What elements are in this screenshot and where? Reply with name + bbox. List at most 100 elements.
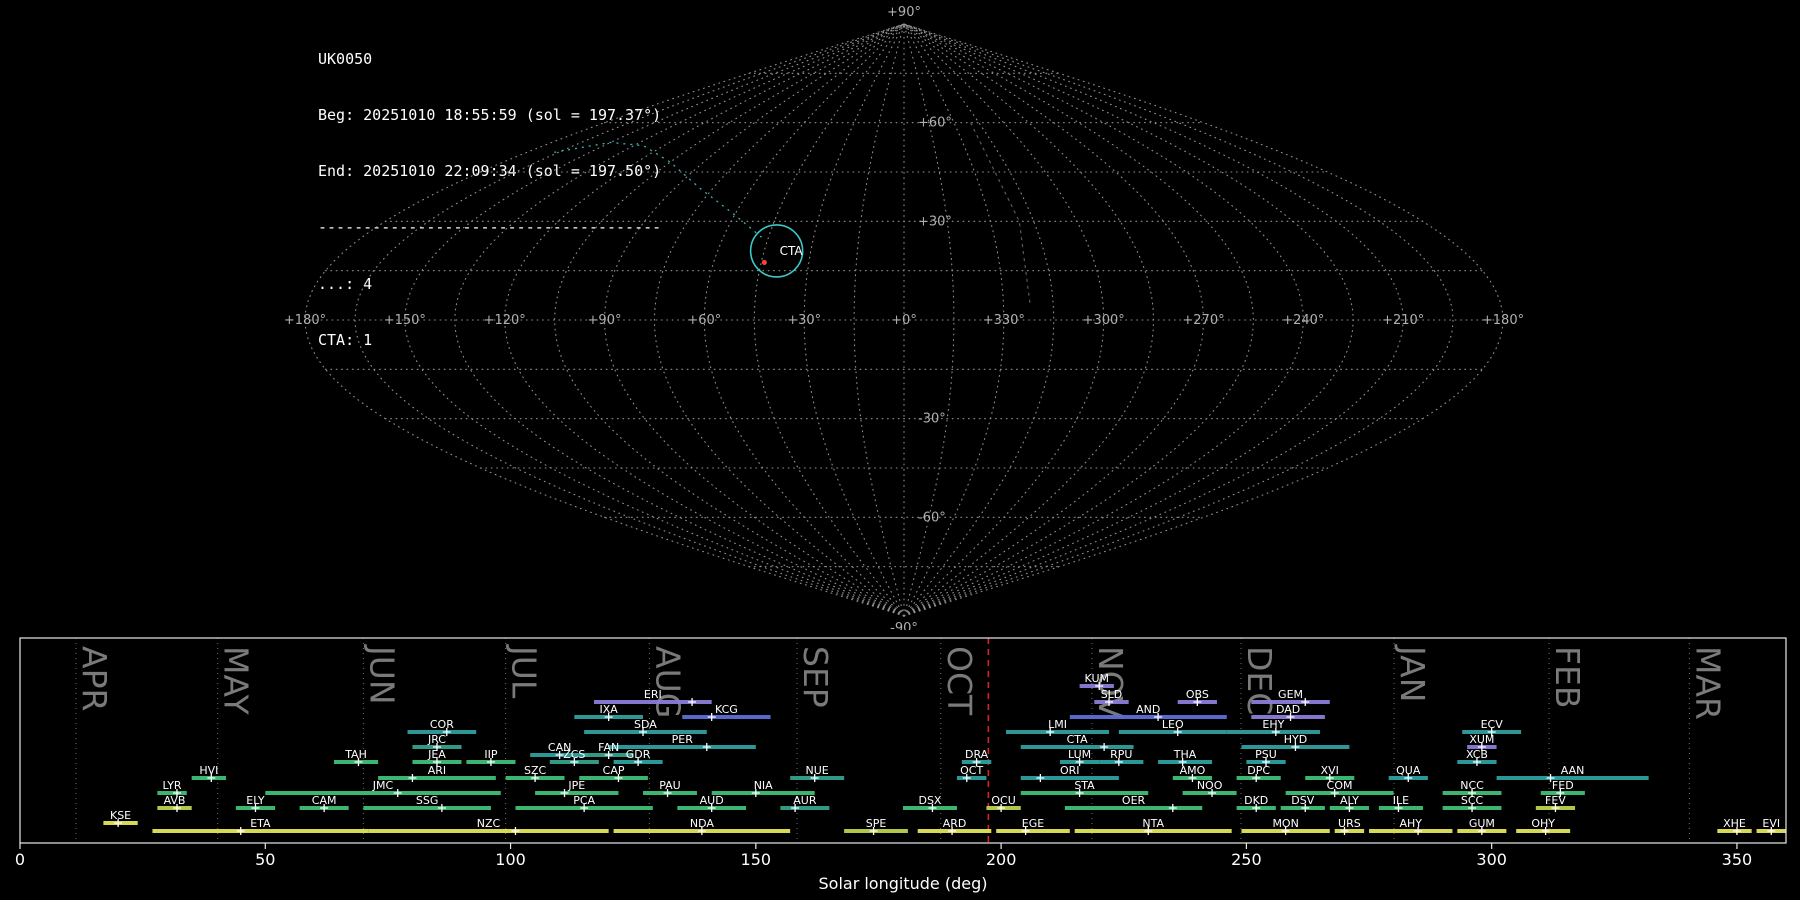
shower-label-gdr: GDR xyxy=(626,748,651,761)
x-axis-title: Solar longitude (deg) xyxy=(819,874,988,893)
shower-label-aur: AUR xyxy=(793,794,817,807)
shower-label-scc: SCC xyxy=(1461,794,1484,807)
shower-peak-marker-oer xyxy=(1169,804,1177,812)
radiant-dot xyxy=(762,260,767,265)
shower-label-fev: FEV xyxy=(1545,794,1566,807)
equator-longitude-label: +270° xyxy=(1182,313,1224,328)
shower-label-pca: PCA xyxy=(573,794,595,807)
shower-label-jea: JEA xyxy=(427,748,446,761)
shower-label-ile: ILE xyxy=(1393,794,1409,807)
shower-peak-marker-ori xyxy=(1036,774,1044,782)
shower-label-aud: AUD xyxy=(700,794,724,807)
south-pole-label: -90° xyxy=(890,621,918,630)
shower-label-hvi: HVI xyxy=(199,764,218,777)
month-label: DEC xyxy=(1240,646,1279,715)
shower-peak-marker-eta xyxy=(237,827,245,835)
shower-label-cap: CAP xyxy=(603,764,625,777)
equator-longitude-label: +120° xyxy=(484,313,526,328)
month-label: AUG xyxy=(648,646,687,718)
shower-label-leo: LEO xyxy=(1162,718,1184,731)
shower-label-gem: GEM xyxy=(1278,688,1303,701)
shower-label-obs: OBS xyxy=(1186,688,1209,701)
shower-label-oer: OER xyxy=(1122,794,1146,807)
north-pole-label: +90° xyxy=(887,5,921,20)
activity-timeline-chart: APRMAYJUNJULAUGSEPOCTNOVDECJANFEBMARKUME… xyxy=(0,630,1800,900)
shower-label-xhe: XHE xyxy=(1723,817,1746,830)
equator-longitude-label: +150° xyxy=(384,313,426,328)
shower-label-szc: SZC xyxy=(524,764,547,777)
shower-label-nda: NDA xyxy=(690,817,715,830)
equator-longitude-label: +240° xyxy=(1282,313,1324,328)
shower-label-kse: KSE xyxy=(110,809,131,822)
shower-peak-marker-nzc xyxy=(511,827,519,835)
shower-label-oct: OCT xyxy=(960,764,983,777)
chart-frame xyxy=(20,638,1786,843)
shower-label-ecv: ECV xyxy=(1481,718,1504,731)
shower-label-spe: SPE xyxy=(866,817,887,830)
shower-label-amo: AMO xyxy=(1180,764,1206,777)
shower-label-ocu: OCU xyxy=(991,794,1015,807)
faint-trail xyxy=(971,123,1030,304)
equator-longitude-label: +210° xyxy=(1382,313,1424,328)
shower-label-nia: NIA xyxy=(754,779,773,792)
shower-label-xvi: XVI xyxy=(1321,764,1339,777)
shower-label-com: COM xyxy=(1327,779,1353,792)
shower-label-dpc: DPC xyxy=(1247,764,1270,777)
shower-label-psu: PSU xyxy=(1255,748,1277,761)
shower-label-eta: ETA xyxy=(250,817,271,830)
shower-label-dra: DRA xyxy=(965,748,989,761)
shower-label-kum: KUM xyxy=(1085,672,1109,685)
month-label: JAN xyxy=(1393,644,1432,702)
shower-label-avb: AVB xyxy=(164,794,186,807)
equator-longitude-label: +330° xyxy=(983,313,1025,328)
shower-label-hyd: HYD xyxy=(1284,733,1307,746)
x-tick-label: 300 xyxy=(1476,850,1507,869)
shower-label-zcs: ZCS xyxy=(563,748,585,761)
shower-label-ege: EGE xyxy=(1022,817,1044,830)
equator-longitude-label: +180° xyxy=(1482,313,1524,328)
shower-label-ard: ARD xyxy=(943,817,967,830)
month-label: JUL xyxy=(505,644,544,699)
shower-label-lum: LUM xyxy=(1068,748,1091,761)
shower-label-ssg: SSG xyxy=(416,794,439,807)
equator-longitude-label: +180° xyxy=(284,313,326,328)
shower-label-ari: ARI xyxy=(428,764,446,777)
month-label: FEB xyxy=(1548,646,1587,708)
x-axis: 050100150200250300350Solar longitude (de… xyxy=(15,843,1752,893)
shower-label-rpu: RPU xyxy=(1110,748,1132,761)
shower-label-cta: CTA xyxy=(1067,733,1089,746)
shower-label-ohy: OHY xyxy=(1531,817,1555,830)
shower-label-dsv: DSV xyxy=(1291,794,1314,807)
shower-label-nue: NUE xyxy=(806,764,829,777)
equator-longitude-label: +60° xyxy=(687,313,721,328)
shower-peak-marker-per xyxy=(703,743,711,751)
month-label: OCT xyxy=(940,646,979,716)
month-label: MAY xyxy=(217,646,256,715)
shower-label-jrc: JRC xyxy=(427,733,446,746)
shower-label-kcg: KCG xyxy=(715,703,738,716)
shower-label-fan: FAN xyxy=(598,741,619,754)
shower-label-aan: AAN xyxy=(1561,764,1585,777)
shower-label-fed: FED xyxy=(1552,779,1574,792)
shower-label-sda: SDA xyxy=(634,718,657,731)
shower-label-and: AND xyxy=(1136,703,1160,716)
shower-label-jpe: JPE xyxy=(567,779,585,792)
shower-peak-marker-cta xyxy=(1100,743,1108,751)
month-label: APR xyxy=(75,646,114,711)
sky-map: +90°-90°+60°+30°-30°-60°+180°+150°+120°+… xyxy=(0,0,1800,630)
shower-peak-marker-jpe xyxy=(561,789,569,797)
shower-label-cor: COR xyxy=(430,718,454,731)
equator-longitude-label: +90° xyxy=(588,313,622,328)
shower-label-ixa: IXA xyxy=(600,703,619,716)
parallel-label: +60° xyxy=(918,116,952,131)
month-label: SEP xyxy=(796,646,835,708)
shower-peak-marker-eri xyxy=(688,698,696,706)
x-tick-label: 50 xyxy=(255,850,275,869)
shower-label-urs: URS xyxy=(1338,817,1361,830)
month-label: JUN xyxy=(362,644,401,705)
equator-longitude-label: +0° xyxy=(891,313,917,328)
x-tick-label: 350 xyxy=(1722,850,1753,869)
equator-longitude-label: +300° xyxy=(1083,313,1125,328)
shower-label-ori: ORI xyxy=(1060,764,1080,777)
shower-label-gum: GUM xyxy=(1469,817,1495,830)
